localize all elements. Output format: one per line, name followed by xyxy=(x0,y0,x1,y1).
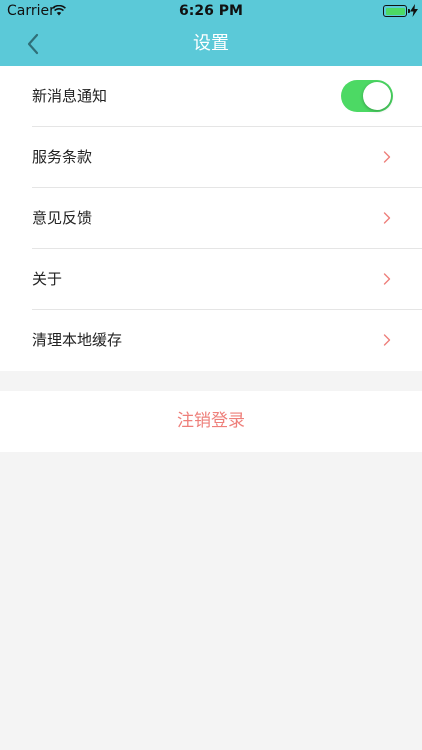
setting-about[interactable]: 关于 xyxy=(0,249,422,310)
status-bar: Carrier 6:26 PM xyxy=(0,0,422,22)
setting-label: 服务条款 xyxy=(32,148,93,166)
logout-button[interactable]: 注销登录 xyxy=(0,391,422,452)
header: Carrier 6:26 PM 设置 xyxy=(0,0,422,66)
charging-icon xyxy=(410,4,418,17)
page-title: 设置 xyxy=(193,33,229,54)
toggle-knob xyxy=(363,82,391,110)
setting-clear-cache[interactable]: 清理本地缓存 xyxy=(0,310,422,371)
setting-label: 新消息通知 xyxy=(32,87,108,105)
nav-bar: 设置 xyxy=(0,22,422,66)
notification-toggle[interactable] xyxy=(341,80,393,112)
battery-icon xyxy=(383,5,410,17)
setting-new-message-notification: 新消息通知 xyxy=(0,66,422,127)
chevron-right-icon xyxy=(383,334,391,346)
chevron-right-icon xyxy=(383,212,391,224)
settings-screen: Carrier 6:26 PM 设置 新消息通知 服务条款 意见反馈 关于 清理… xyxy=(0,0,422,750)
chevron-right-icon xyxy=(383,273,391,285)
setting-label: 清理本地缓存 xyxy=(32,331,123,349)
chevron-right-icon xyxy=(383,151,391,163)
status-time: 6:26 PM xyxy=(179,3,243,19)
settings-list: 新消息通知 服务条款 意见反馈 关于 清理本地缓存 xyxy=(0,66,422,371)
setting-feedback[interactable]: 意见反馈 xyxy=(0,188,422,249)
logout-label: 注销登录 xyxy=(177,411,245,431)
setting-label: 关于 xyxy=(32,270,63,288)
setting-label: 意见反馈 xyxy=(32,209,93,227)
setting-terms-of-service[interactable]: 服务条款 xyxy=(0,127,422,188)
